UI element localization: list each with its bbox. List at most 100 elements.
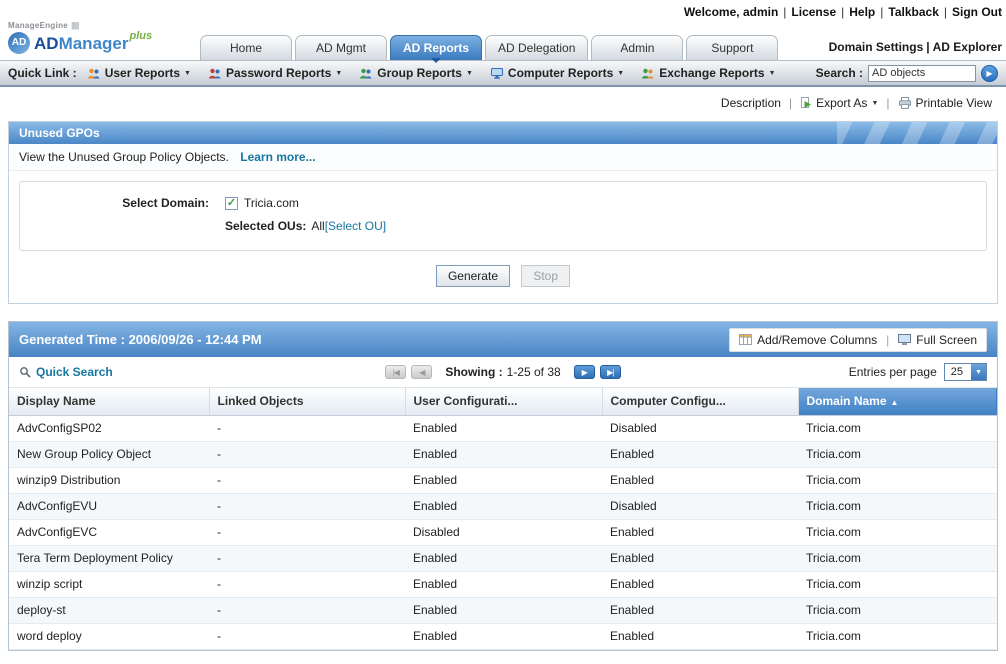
column-header-display-name[interactable]: Display Name	[9, 388, 210, 416]
cell-linked-objects: -	[209, 441, 405, 468]
domain-settings-link[interactable]: Domain Settings	[829, 40, 924, 54]
quick-link-label: Quick Link :	[8, 66, 77, 80]
entries-per-page-area: Entries per page 25 ▼	[737, 363, 987, 381]
cell-computer-configuration: Enabled	[602, 597, 798, 624]
separator	[789, 96, 792, 110]
separator	[783, 5, 786, 19]
separator	[944, 5, 947, 19]
signout-link[interactable]: Sign Out	[952, 5, 1002, 19]
select-arrow-icon: ▼	[971, 364, 986, 380]
table-row: winzip script - Enabled Enabled Tricia.com	[9, 571, 997, 598]
search-go-button[interactable]: ▶	[981, 64, 998, 82]
quick-search-link[interactable]: Quick Search	[36, 365, 113, 379]
next-page-button[interactable]: ▶	[573, 365, 595, 379]
tab-ad-reports[interactable]: AD Reports	[390, 35, 483, 63]
quick-link-bar: Quick Link : User Reports ▼ Password Rep…	[0, 60, 1006, 87]
domain-selection-box: Select Domain: ✓ Tricia.com Selected OUs…	[19, 181, 987, 251]
prev-page-button: ◀	[411, 365, 433, 379]
full-screen-button[interactable]: Full Screen	[898, 333, 977, 347]
printable-view-button[interactable]: Printable View	[898, 96, 992, 110]
cell-linked-objects: -	[209, 493, 405, 520]
table-row: winzip9 Distribution - Enabled Enabled Trici…	[9, 467, 997, 494]
entries-per-page-label: Entries per page	[848, 365, 937, 379]
cell-display-name: AdvConfigSP02	[9, 415, 209, 442]
ad-explorer-link[interactable]: AD Explorer	[933, 40, 1002, 54]
cell-linked-objects: -	[209, 519, 405, 546]
showing-range: 1-25 of 38	[506, 365, 561, 379]
add-remove-columns-button[interactable]: Add/Remove Columns	[739, 333, 877, 347]
quicklink-user-reports[interactable]: User Reports ▼	[87, 66, 191, 80]
selected-ous-label: Selected OUs:	[225, 219, 307, 233]
tab-ad-mgmt[interactable]: AD Mgmt	[295, 35, 387, 60]
tab-admin[interactable]: Admin	[591, 35, 684, 60]
cell-domain-name: Tricia.com	[798, 415, 997, 442]
selected-ous-value: All	[311, 219, 325, 233]
columns-icon	[739, 334, 753, 345]
cell-user-configuration: Enabled	[405, 467, 602, 494]
exchange-reports-people-icon	[642, 68, 654, 78]
table-row: Tera Term Deployment Policy - Enabled Enabl…	[9, 545, 997, 572]
cell-user-configuration: Enabled	[405, 623, 602, 650]
chevron-down-icon: ▼	[617, 69, 625, 77]
table-row: AdvConfigSP02- Enabled Disabled Tricia.com	[9, 415, 997, 442]
talkback-link[interactable]: Talkback	[888, 5, 938, 19]
quicklink-computer-reports[interactable]: Computer Reports ▼	[490, 66, 624, 80]
cell-linked-objects: -	[209, 415, 405, 442]
select-ou-link[interactable]: [Select OU]	[325, 219, 386, 233]
table-row: word deploy - Enabled Enabled Tricia.com	[9, 623, 997, 650]
table-row: New Group Policy Object - Enabled Enabled Tr…	[9, 441, 997, 468]
chevron-down-icon: ▼	[465, 69, 473, 77]
column-header-computer-configuration[interactable]: Computer Configu...	[602, 388, 799, 416]
app-header: ManageEngine |||||| AD AD Manager plus Home…	[0, 21, 1006, 63]
last-page-button[interactable]: ▶|	[599, 365, 621, 379]
domain-name: Tricia.com	[244, 196, 299, 210]
app-logo: ManageEngine |||||| AD AD Manager plus	[8, 21, 152, 54]
entries-per-page-select[interactable]: 25 ▼	[943, 363, 987, 381]
help-link[interactable]: Help	[849, 5, 875, 19]
separator	[880, 5, 883, 19]
cell-computer-configuration: Enabled	[602, 545, 798, 572]
tab-support[interactable]: Support	[686, 35, 779, 60]
results-tools: Add/Remove Columns Full Screen	[729, 327, 987, 352]
description-link[interactable]: Description	[721, 96, 781, 110]
search-input[interactable]	[868, 64, 976, 82]
search-label: Search :	[815, 66, 863, 80]
quicklink-password-reports[interactable]: Password Reports ▼	[208, 66, 342, 80]
license-link[interactable]: License	[791, 5, 836, 19]
tab-home[interactable]: Home	[200, 35, 292, 60]
column-header-user-configuration[interactable]: User Configurati...	[405, 388, 603, 416]
cell-display-name: New Group Policy Object	[9, 441, 209, 468]
cell-linked-objects: -	[209, 597, 405, 624]
generate-button[interactable]: Generate	[435, 265, 510, 287]
cell-computer-configuration: Enabled	[602, 623, 798, 650]
report-toolbar: Description Export As ▼ Printable View	[0, 87, 1006, 119]
report-table-body: AdvConfigSP02- Enabled Disabled Tricia.com N…	[9, 415, 997, 650]
chevron-down-icon: ▼	[184, 69, 191, 77]
cell-computer-configuration: Enabled	[602, 441, 798, 468]
cell-linked-objects: -	[209, 623, 405, 650]
logo-bars-decoration: ||||||	[71, 21, 80, 30]
cell-domain-name: Tricia.com	[798, 545, 997, 572]
main-tabs: Home AD Mgmt AD Reports AD Delegation Ad…	[200, 35, 779, 63]
page-title: Unused GPOs	[19, 126, 100, 140]
quicklink-group-reports[interactable]: Group Reports ▼	[359, 66, 473, 80]
results-title-bar: Generated Time : 2006/09/26 - 12:44 PM A…	[9, 322, 997, 357]
domain-checkbox[interactable]: ✓	[225, 196, 238, 210]
cell-user-configuration: Enabled	[405, 571, 602, 598]
cell-domain-name: Tricia.com	[798, 623, 997, 650]
learn-more-link[interactable]: Learn more...	[240, 150, 315, 164]
showing-label: Showing :	[445, 365, 503, 379]
cell-display-name: word deploy	[9, 623, 209, 650]
chevron-down-icon: ▼	[871, 99, 879, 107]
search-icon	[20, 367, 31, 378]
cell-display-name: winzip9 Distribution	[9, 467, 209, 494]
results-panel: Generated Time : 2006/09/26 - 12:44 PM A…	[8, 321, 998, 651]
column-header-domain-name[interactable]: Domain Name ▲	[798, 388, 997, 416]
column-header-linked-objects[interactable]: Linked Objects	[209, 388, 406, 416]
first-page-button: |◀	[385, 365, 407, 379]
cell-domain-name: Tricia.com	[798, 441, 997, 468]
tab-ad-delegation[interactable]: AD Delegation	[485, 35, 589, 60]
chevron-down-icon: ▼	[335, 69, 343, 77]
export-as-button[interactable]: Export As ▼	[800, 96, 878, 110]
quicklink-exchange-reports[interactable]: Exchange Reports ▼	[641, 66, 776, 80]
